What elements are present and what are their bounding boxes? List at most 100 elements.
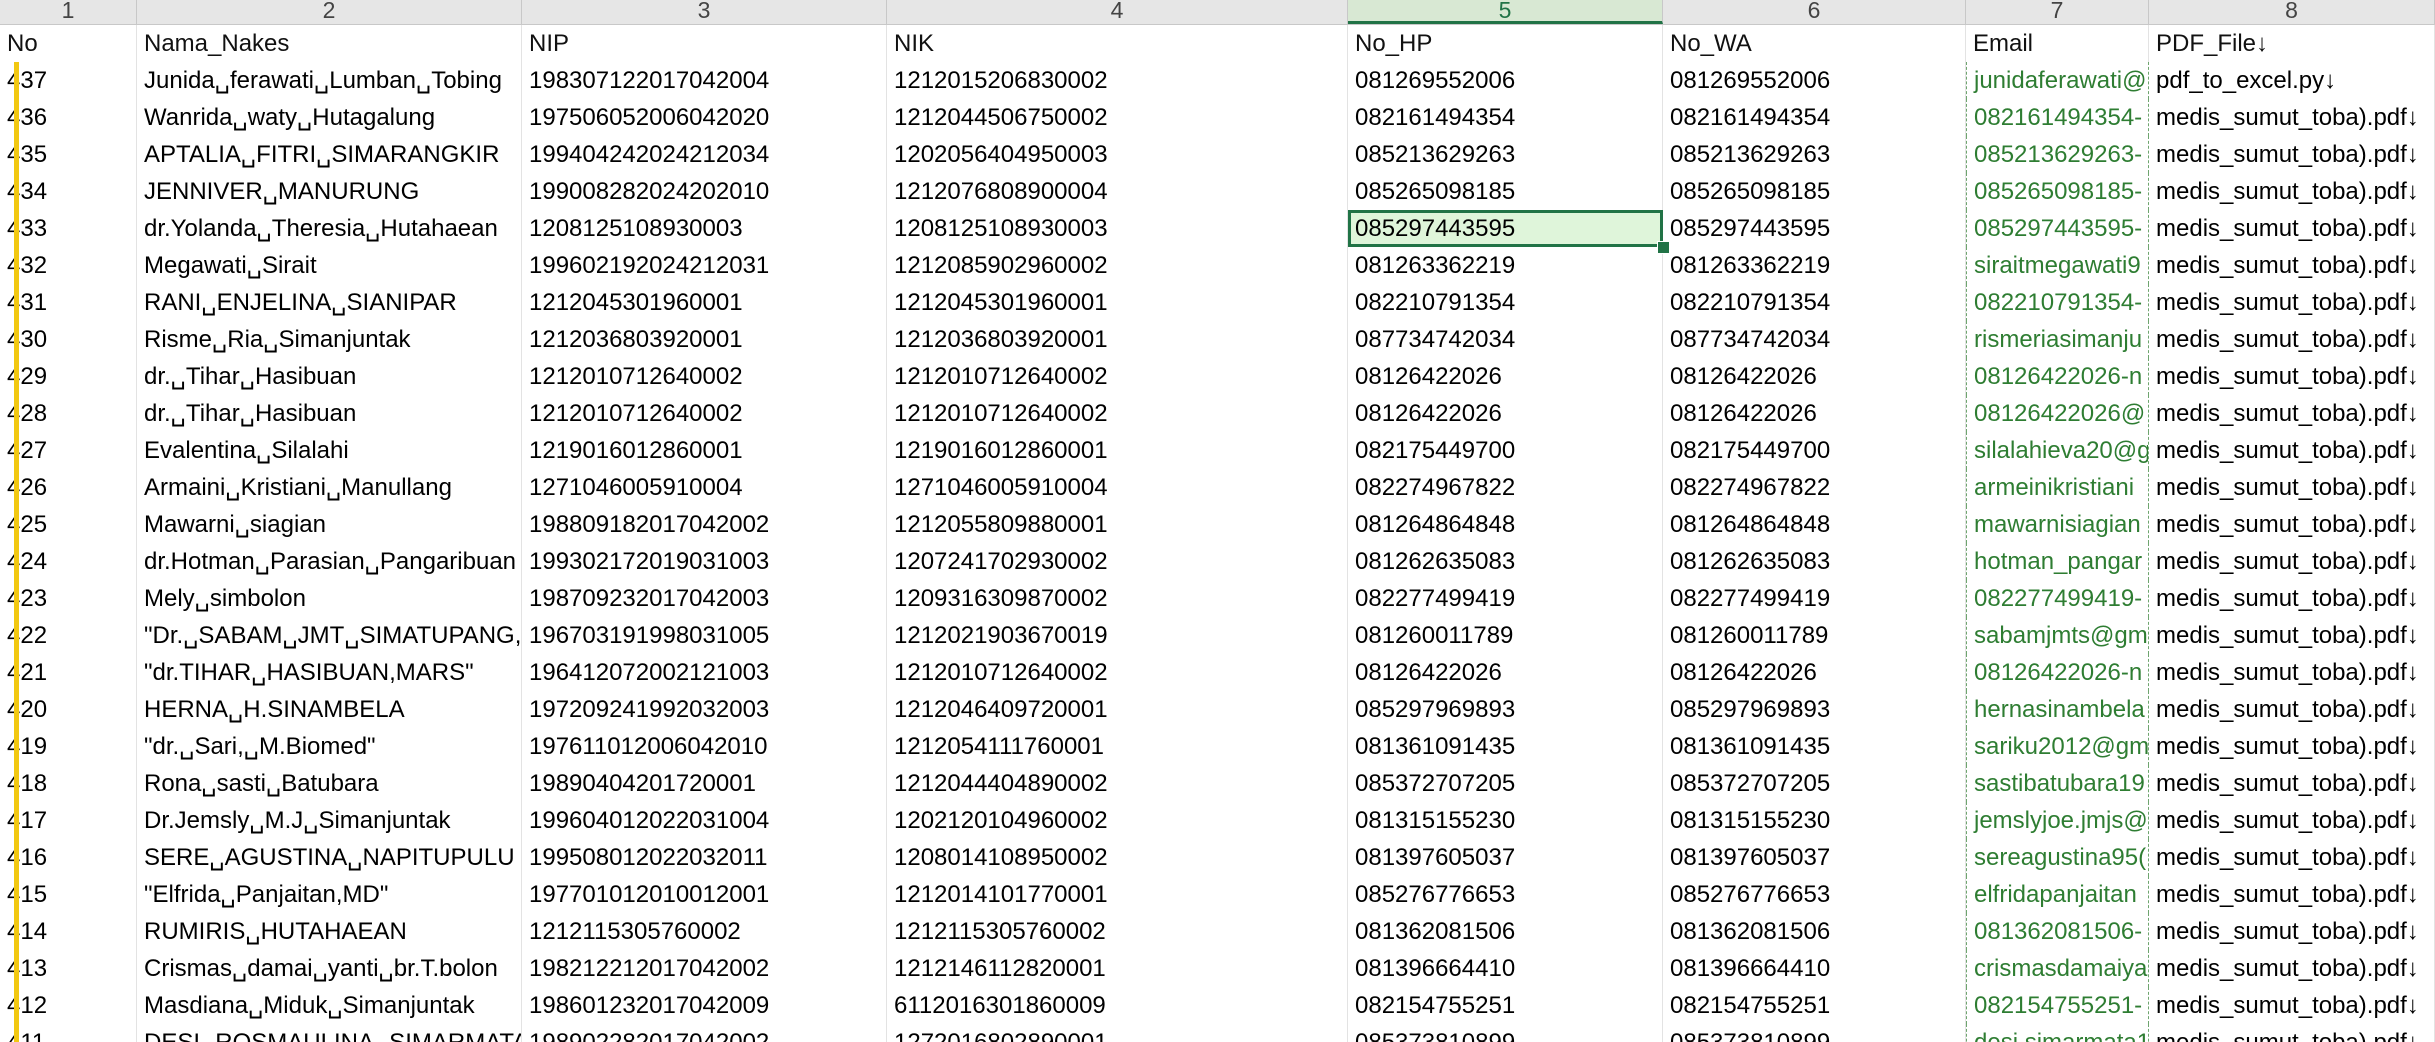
cell-hp[interactable]: 08126422026 [1348, 654, 1663, 691]
cell-email[interactable]: 085265098185- [1966, 173, 2149, 210]
cell-nik[interactable]: 1272016802890001 [887, 1024, 1348, 1042]
cell-no[interactable]: 419 [0, 728, 137, 765]
cell-nip[interactable]: 1212010712640002 [522, 395, 887, 432]
header-cell-email[interactable]: Email [1966, 25, 2149, 62]
cell-pdf[interactable]: medis_sumut_toba).pdf↓ [2149, 839, 2435, 876]
cell-nama[interactable]: RUMIRIS␣HUTAHAEAN [137, 913, 522, 950]
cell-no[interactable]: 414 [0, 913, 137, 950]
cell-hp[interactable]: 085265098185 [1348, 173, 1663, 210]
cell-no[interactable]: 428 [0, 395, 137, 432]
cell-email[interactable]: 085213629263- [1966, 136, 2149, 173]
header-cell-nama[interactable]: Nama_Nakes [137, 25, 522, 62]
cell-no[interactable]: 421 [0, 654, 137, 691]
cell-nik[interactable]: 1212044506750002 [887, 99, 1348, 136]
cell-hp[interactable]: 082175449700 [1348, 432, 1663, 469]
cell-email[interactable]: 082154755251- [1966, 987, 2149, 1024]
cell-nama[interactable]: Crismas␣damai␣yanti␣br.T.bolon [137, 950, 522, 987]
cell-email[interactable]: 081362081506- [1966, 913, 2149, 950]
cell-pdf[interactable]: medis_sumut_toba).pdf↓ [2149, 284, 2435, 321]
cell-nik[interactable]: 1212021903670019 [887, 617, 1348, 654]
cell-nip[interactable]: 196703191998031005 [522, 617, 887, 654]
cell-hp[interactable]: 081397605037 [1348, 839, 1663, 876]
cell-pdf[interactable]: medis_sumut_toba).pdf↓ [2149, 913, 2435, 950]
cell-no[interactable]: 422 [0, 617, 137, 654]
column-header-1[interactable]: 1 [0, 0, 137, 24]
cell-nik[interactable]: 1212146112820001 [887, 950, 1348, 987]
cell-nip[interactable]: 199508012022032011 [522, 839, 887, 876]
cell-wa[interactable]: 082277499419 [1663, 580, 1966, 617]
cell-wa[interactable]: 085276776653 [1663, 876, 1966, 913]
cell-nip[interactable]: 198212212017042002 [522, 950, 887, 987]
cell-wa[interactable]: 08126422026 [1663, 358, 1966, 395]
cell-nip[interactable]: 198709232017042003 [522, 580, 887, 617]
cell-nama[interactable]: Wanrida␣waty␣Hutagalung [137, 99, 522, 136]
cell-pdf[interactable]: medis_sumut_toba).pdf↓ [2149, 469, 2435, 506]
cell-wa[interactable]: 081397605037 [1663, 839, 1966, 876]
cell-hp[interactable]: 08126422026 [1348, 358, 1663, 395]
cell-nama[interactable]: Junida␣ferawati␣Lumban␣Tobing [137, 62, 522, 99]
cell-wa[interactable]: 085373810899 [1663, 1024, 1966, 1042]
column-header-2[interactable]: 2 [137, 0, 522, 24]
header-cell-pdf[interactable]: PDF_File↓ [2149, 25, 2435, 62]
cell-nik[interactable]: 1212054111760001 [887, 728, 1348, 765]
cell-pdf[interactable]: medis_sumut_toba).pdf↓ [2149, 321, 2435, 358]
cell-email[interactable]: 08126422026@ [1966, 395, 2149, 432]
cell-nik[interactable]: 1212010712640002 [887, 395, 1348, 432]
column-header-6[interactable]: 6 [1663, 0, 1966, 24]
cell-wa[interactable]: 081396664410 [1663, 950, 1966, 987]
cell-no[interactable]: 433 [0, 210, 137, 247]
cell-wa[interactable]: 081262635083 [1663, 543, 1966, 580]
cell-hp[interactable]: 082210791354 [1348, 284, 1663, 321]
cell-no[interactable]: 423 [0, 580, 137, 617]
cell-hp[interactable]: 081263362219 [1348, 247, 1663, 284]
selected-cell[interactable]: 085297443595 [1348, 210, 1663, 247]
cell-nik[interactable]: 1209316309870002 [887, 580, 1348, 617]
cell-hp[interactable]: 081269552006 [1348, 62, 1663, 99]
cell-nip[interactable]: 198902282017042002 [522, 1024, 887, 1042]
cell-hp[interactable]: 081361091435 [1348, 728, 1663, 765]
cell-hp[interactable]: 085213629263 [1348, 136, 1663, 173]
cell-nama[interactable]: dr.Hotman␣Parasian␣Pangaribuan [137, 543, 522, 580]
cell-nama[interactable]: Evalentina␣Silalahi [137, 432, 522, 469]
cell-nik[interactable]: 1212015206830002 [887, 62, 1348, 99]
cell-no[interactable]: 413 [0, 950, 137, 987]
cell-pdf[interactable]: medis_sumut_toba).pdf↓ [2149, 432, 2435, 469]
cell-nama[interactable]: HERNA␣H.SINAMBELA [137, 691, 522, 728]
cell-no[interactable]: 424 [0, 543, 137, 580]
cell-nama[interactable]: Megawati␣Sirait [137, 247, 522, 284]
cell-pdf[interactable]: medis_sumut_toba).pdf↓ [2149, 654, 2435, 691]
cell-email[interactable]: desi.simarmata1 [1966, 1024, 2149, 1042]
cell-pdf[interactable]: medis_sumut_toba).pdf↓ [2149, 987, 2435, 1024]
cell-pdf[interactable]: medis_sumut_toba).pdf↓ [2149, 765, 2435, 802]
cell-email[interactable]: sabamjmts@gm [1966, 617, 2149, 654]
cell-nik[interactable]: 1212085902960002 [887, 247, 1348, 284]
column-header-7[interactable]: 7 [1966, 0, 2149, 24]
cell-pdf[interactable]: medis_sumut_toba).pdf↓ [2149, 876, 2435, 913]
cell-no[interactable]: 420 [0, 691, 137, 728]
cell-nip[interactable]: 199604012022031004 [522, 802, 887, 839]
cell-email[interactable]: elfridapanjaitan [1966, 876, 2149, 913]
cell-nama[interactable]: Mawarni␣siagian [137, 506, 522, 543]
cell-email[interactable]: armeinikristiani [1966, 469, 2149, 506]
cell-wa[interactable]: 081315155230 [1663, 802, 1966, 839]
cell-email[interactable]: 085297443595- [1966, 210, 2149, 247]
column-header-8[interactable]: 8 [2149, 0, 2435, 24]
cell-email[interactable]: mawarnisiagian [1966, 506, 2149, 543]
cell-no[interactable]: 429 [0, 358, 137, 395]
cell-pdf[interactable]: medis_sumut_toba).pdf↓ [2149, 358, 2435, 395]
cell-nip[interactable]: 199404242024212034 [522, 136, 887, 173]
cell-hp[interactable]: 087734742034 [1348, 321, 1663, 358]
cell-email[interactable]: sereagustina95( [1966, 839, 2149, 876]
cell-hp[interactable]: 085372707205 [1348, 765, 1663, 802]
cell-hp[interactable]: 081264864848 [1348, 506, 1663, 543]
cell-nama[interactable]: DESI␣ROSMAULINA␣SIMARMATA [137, 1024, 522, 1042]
cell-no[interactable]: 415 [0, 876, 137, 913]
cell-email[interactable]: 082277499419- [1966, 580, 2149, 617]
cell-nip[interactable]: 1208125108930003 [522, 210, 887, 247]
cell-nip[interactable]: 1212010712640002 [522, 358, 887, 395]
cell-nama[interactable]: JENNIVER␣MANURUNG [137, 173, 522, 210]
cell-pdf[interactable]: medis_sumut_toba).pdf↓ [2149, 580, 2435, 617]
cell-no[interactable]: 417 [0, 802, 137, 839]
cell-nik[interactable]: 1202056404950003 [887, 136, 1348, 173]
header-cell-wa[interactable]: No_WA [1663, 25, 1966, 62]
